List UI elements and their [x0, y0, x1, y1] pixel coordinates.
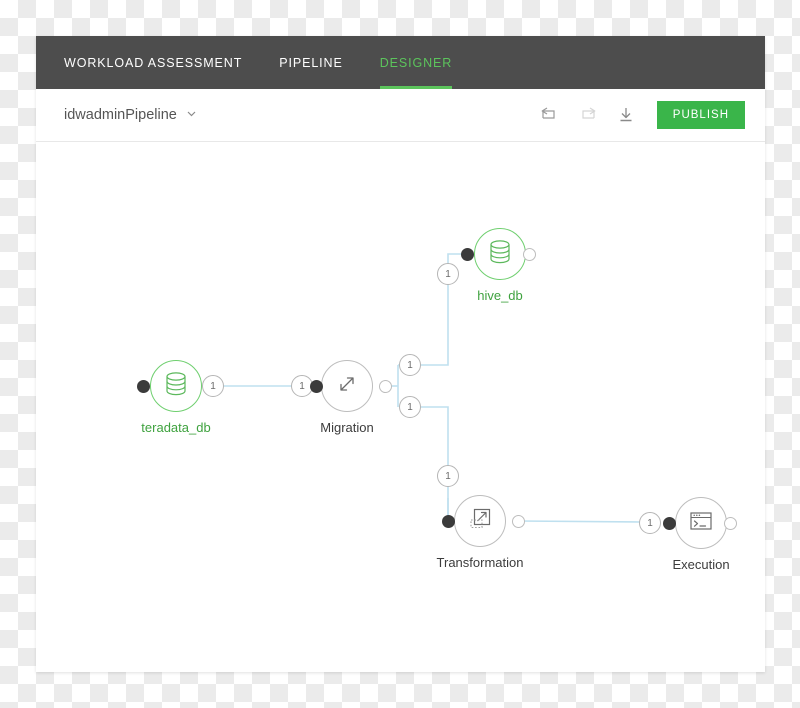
node-teradata-db-label: teradata_db — [141, 420, 211, 435]
node-execution-input-badge[interactable]: 1 — [639, 512, 661, 534]
node-execution-label: Execution — [672, 557, 730, 572]
undo-icon[interactable] — [535, 100, 565, 130]
transform-square-icon — [467, 505, 494, 537]
node-hive-db-output-port[interactable] — [523, 248, 536, 261]
tab-pipeline-label: PIPELINE — [279, 55, 343, 70]
node-hive-db-ring[interactable] — [474, 228, 526, 280]
app-card: WORKLOAD ASSESSMENT PIPELINE DESIGNER id… — [36, 36, 765, 672]
pipeline-name-label: idwadminPipeline — [64, 107, 177, 123]
node-hive-db-input-badge[interactable]: 1 — [437, 263, 459, 285]
top-navigation: WORKLOAD ASSESSMENT PIPELINE DESIGNER — [36, 36, 765, 89]
branch-badge-upper[interactable]: 1 — [399, 354, 421, 376]
node-execution-output-port[interactable] — [724, 517, 737, 530]
tab-workload-assessment-label: WORKLOAD ASSESSMENT — [64, 55, 243, 70]
node-transformation-output-port[interactable] — [512, 515, 525, 528]
download-icon[interactable] — [611, 100, 641, 130]
node-transformation-ring[interactable] — [454, 495, 506, 547]
node-teradata-db-output-badge[interactable]: 1 — [202, 375, 224, 397]
node-transformation-input-badge[interactable]: 1 — [437, 465, 459, 487]
toolbar: idwadminPipeline PUBLISH — [36, 89, 765, 142]
node-migration-input-port[interactable] — [310, 380, 323, 393]
database-icon — [487, 238, 513, 271]
tab-workload-assessment[interactable]: WORKLOAD ASSESSMENT — [64, 36, 242, 89]
node-hive-db-input-port[interactable] — [461, 248, 474, 261]
node-execution-ring[interactable] — [675, 497, 727, 549]
pipeline-canvas[interactable]: 1 teradata_db 1 Migration 1 1 1 hive_db … — [36, 143, 765, 672]
node-execution-input-port[interactable] — [663, 517, 676, 530]
wire-transformation-to-execution — [517, 520, 641, 523]
pipeline-selector[interactable]: idwadminPipeline — [64, 107, 198, 124]
node-transformation-input-port[interactable] — [442, 515, 455, 528]
node-teradata-db-input-port[interactable] — [137, 380, 150, 393]
screenshot-root: WORKLOAD ASSESSMENT PIPELINE DESIGNER id… — [0, 0, 800, 708]
tab-designer-label: DESIGNER — [379, 55, 453, 70]
node-teradata-db-ring[interactable] — [150, 360, 202, 412]
database-icon — [163, 370, 189, 403]
terminal-icon — [687, 509, 715, 538]
node-migration-ring[interactable] — [321, 360, 373, 412]
tab-designer[interactable]: DESIGNER — [379, 36, 453, 89]
publish-button[interactable]: PUBLISH — [656, 101, 745, 129]
node-transformation-label: Transformation — [436, 555, 524, 570]
wire-branch-lower-to-transformation — [421, 406, 449, 521]
branch-badge-lower[interactable]: 1 — [399, 396, 421, 418]
node-migration-label: Migration — [320, 420, 374, 435]
resize-arrows-icon — [334, 371, 360, 402]
node-migration-output-port[interactable] — [379, 380, 392, 393]
redo-icon[interactable] — [573, 100, 603, 130]
chevron-down-icon — [185, 107, 198, 124]
node-hive-db-label: hive_db — [477, 288, 523, 303]
tab-pipeline[interactable]: PIPELINE — [279, 36, 342, 89]
